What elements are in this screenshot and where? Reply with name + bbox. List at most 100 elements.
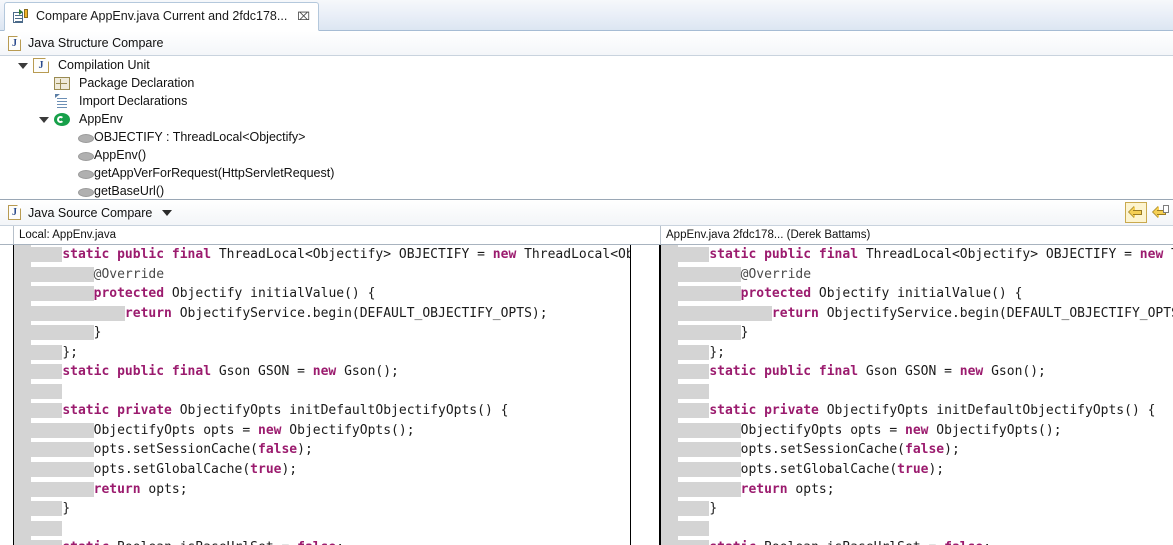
code-token	[31, 383, 63, 399]
code-line: return ObjectifyService.begin(DEFAULT_OB…	[678, 304, 1173, 324]
editor-tab-compare-appenv[interactable]: Compare AppEnv.java Current and 2fdc178.…	[4, 2, 319, 31]
code-line: static Boolean isBaseUrlSet = false;	[31, 538, 630, 545]
code-token: ThreadLocal<Objectify> OBJECTIFY =	[858, 247, 1140, 262]
code-token: return	[93, 481, 141, 497]
code-line	[31, 382, 630, 402]
code-token: ThreadLocal	[1163, 247, 1173, 262]
code-token: ;	[336, 540, 344, 545]
code-token: return	[740, 481, 788, 497]
code-line	[678, 382, 1173, 402]
code-line: }	[678, 499, 1173, 519]
code-token: opts;	[140, 481, 188, 497]
code-token	[678, 286, 741, 302]
code-token: new	[905, 422, 929, 438]
code-token	[31, 364, 63, 380]
code-token: ObjectifyOpts opts =	[740, 422, 905, 438]
tree-item-label: AppEnv	[79, 112, 123, 126]
code-line: };	[678, 343, 1173, 363]
editor-tab-title: Compare AppEnv.java Current and 2fdc178.…	[36, 9, 288, 24]
code-line: }	[678, 323, 1173, 343]
tree-item[interactable]: getBaseUrl()	[0, 182, 1173, 199]
code-token: false	[905, 442, 945, 458]
code-token: ;	[983, 540, 991, 545]
center-divider-right	[659, 245, 660, 545]
code-token: }	[93, 325, 102, 341]
tree-item[interactable]: getAppVerForRequest(HttpServletRequest)	[0, 164, 1173, 182]
code-token: );	[281, 462, 298, 478]
copy-all-right-to-left-button[interactable]	[1125, 202, 1147, 223]
code-token: static public final	[709, 247, 859, 262]
code-line: return ObjectifyService.begin(DEFAULT_OB…	[31, 304, 630, 324]
code-token: };	[709, 344, 725, 360]
code-token	[31, 305, 125, 321]
close-icon[interactable]: ⌧	[297, 11, 310, 22]
code-token: };	[62, 344, 78, 360]
tree-item[interactable]: Package Declaration	[0, 74, 1173, 92]
code-token	[31, 540, 63, 545]
code-token	[31, 344, 63, 360]
code-line: }	[31, 499, 630, 519]
java-file-icon	[8, 205, 21, 220]
code-token: static public final	[709, 364, 859, 380]
code-token: opts.setGlobalCache(	[740, 462, 898, 478]
code-token	[678, 462, 741, 478]
code-line: @Override	[31, 265, 630, 285]
copy-current-right-to-left-button[interactable]	[1149, 202, 1171, 223]
code-token: false	[944, 540, 983, 545]
tree-item-label: getBaseUrl()	[94, 184, 165, 198]
code-token	[678, 520, 710, 536]
code-token: }	[62, 501, 71, 517]
code-token: Gson();	[983, 364, 1046, 380]
expand-arrow-icon[interactable]	[39, 117, 49, 123]
tree-item-label: AppEnv()	[94, 148, 147, 162]
code-token: Gson GSON =	[858, 364, 960, 380]
center-merge-gutter[interactable]	[631, 245, 659, 545]
code-token: );	[928, 462, 945, 478]
code-token	[678, 481, 741, 497]
code-token	[678, 247, 710, 262]
copy-all-right-to-left-icon	[1128, 206, 1144, 219]
expand-arrow-icon[interactable]	[18, 63, 28, 69]
right-code-pane[interactable]: static public final ThreadLocal<Objectif…	[660, 245, 1173, 545]
code-line: static public final Gson GSON = new Gson…	[31, 362, 630, 382]
code-token: new	[258, 422, 282, 438]
tree-item[interactable]: Compilation Unit	[0, 56, 1173, 74]
code-token	[678, 403, 710, 419]
code-line: return opts;	[678, 480, 1173, 500]
left-code-pane[interactable]: static public final ThreadLocal<Objectif…	[13, 245, 630, 545]
chevron-down-icon[interactable]	[162, 209, 173, 216]
tree-item[interactable]: OBJECTIFY : ThreadLocal<Objectify>	[0, 128, 1173, 146]
code-token	[31, 247, 63, 262]
code-token: );	[297, 442, 313, 458]
member-dot-icon	[78, 152, 94, 161]
code-token: ObjectifyOpts();	[281, 422, 415, 438]
code-line: protected Objectify initialValue() {	[678, 284, 1173, 304]
code-line	[31, 519, 630, 539]
code-token: }	[740, 325, 749, 341]
code-token: ThreadLocal<Objectify> OBJECTIFY =	[211, 247, 493, 262]
code-token	[678, 422, 741, 438]
code-token	[678, 540, 710, 545]
tree-item[interactable]: AppEnv()	[0, 146, 1173, 164]
code-line: return opts;	[31, 480, 630, 500]
code-line: static public final Gson GSON = new Gson…	[678, 362, 1173, 382]
code-token: false	[297, 540, 336, 545]
package-icon	[54, 77, 70, 90]
tree-item[interactable]: Import Declarations	[0, 92, 1173, 110]
code-token: ObjectifyOpts initDefaultObjectifyOpts()…	[171, 403, 509, 419]
tree-item[interactable]: AppEnv	[0, 110, 1173, 128]
copy-current-right-to-left-icon	[1152, 205, 1169, 219]
code-token: protected	[93, 286, 165, 302]
code-line: protected Objectify initialValue() {	[31, 284, 630, 304]
java-file-icon	[33, 57, 49, 73]
structure-tree[interactable]: Compilation Unit Package Declaration Impor…	[0, 56, 1173, 199]
code-token: true	[250, 462, 282, 478]
code-token: opts.setGlobalCache(	[93, 462, 251, 478]
code-token: @Override	[740, 266, 812, 282]
code-token: return	[124, 305, 172, 321]
code-line: }	[31, 323, 630, 343]
code-token: Boolean isBaseUrlSet =	[109, 540, 297, 545]
